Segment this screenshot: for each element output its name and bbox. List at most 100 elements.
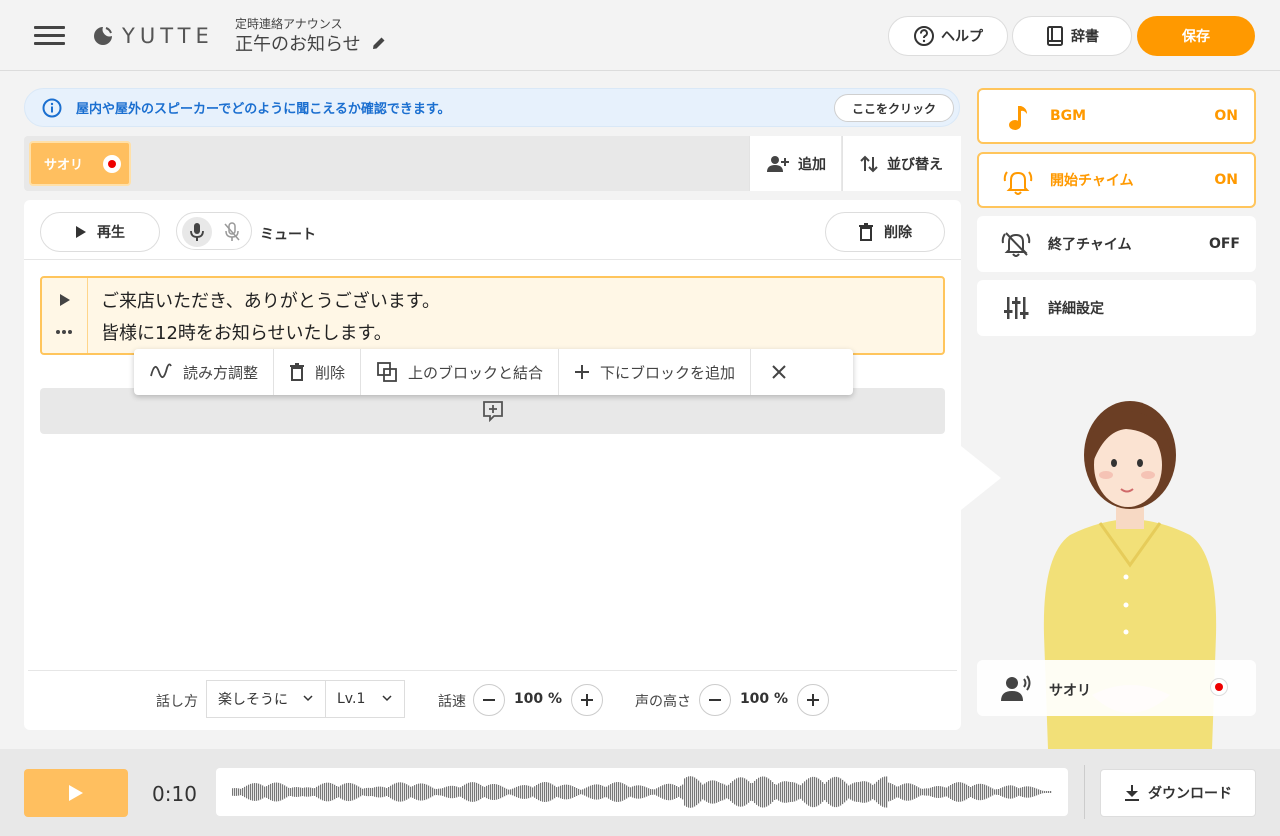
sort-label: 並び替え	[887, 156, 943, 173]
waveform-sample	[602, 785, 604, 799]
style-select[interactable]: 楽しそうに	[206, 680, 326, 718]
waveform-sample	[630, 787, 632, 797]
waveform-sample	[876, 781, 878, 803]
waveform-sample	[298, 787, 300, 797]
waveform-sample	[386, 788, 388, 796]
waveform-sample	[804, 781, 806, 803]
waveform-sample	[600, 785, 602, 799]
waveform-sample	[904, 783, 906, 801]
pitch-increase-button[interactable]	[797, 684, 829, 716]
waveform-sample	[284, 785, 286, 799]
waveform-sample	[874, 783, 876, 801]
waveform-sample	[758, 777, 760, 807]
waveform-sample	[766, 777, 768, 807]
waveform-sample	[390, 785, 392, 799]
block-play-icon[interactable]	[59, 293, 71, 307]
sort-button[interactable]: 並び替え	[842, 136, 961, 191]
waveform-sample	[558, 786, 560, 798]
end-chime-label: 終了チャイム	[1048, 237, 1132, 253]
active-speaker-card[interactable]: サオリ	[977, 660, 1256, 716]
waveform-sample	[432, 787, 434, 797]
bgm-toggle[interactable]: BGM ON	[977, 88, 1256, 144]
download-button[interactable]: ダウンロード	[1100, 769, 1256, 817]
waveform-sample	[1046, 791, 1048, 793]
waveform-sample	[818, 778, 820, 806]
waveform-sample	[812, 776, 814, 808]
mute-toggle[interactable]	[176, 212, 252, 250]
help-button[interactable]: ヘルプ	[888, 16, 1008, 56]
waveform-sample	[688, 776, 690, 808]
speed-increase-button[interactable]	[571, 684, 603, 716]
waveform-sample	[996, 789, 998, 795]
waveform-sample	[344, 783, 346, 801]
waveform-sample	[442, 788, 444, 796]
end-chime-toggle[interactable]: 終了チャイム OFF	[977, 216, 1256, 272]
waveform-sample	[478, 783, 480, 801]
speed-decrease-button[interactable]	[473, 684, 505, 716]
play-icon	[69, 785, 83, 801]
speaker-chip-saori[interactable]: サオリ	[29, 141, 131, 186]
mic-on-icon[interactable]	[182, 217, 212, 247]
save-button[interactable]: 保存	[1137, 16, 1255, 56]
menu-icon[interactable]	[34, 26, 66, 46]
waveform-sample	[680, 785, 682, 799]
adjust-reading-button[interactable]: 読み方調整	[134, 349, 275, 395]
waveform-sample	[510, 789, 512, 795]
playback-time: 0:10	[152, 782, 197, 806]
block-text[interactable]: ご来店いただき、ありがとうございます。 皆様に12時をお知らせいたします。	[101, 286, 440, 350]
waveform-sample	[486, 785, 488, 799]
waveform-sample	[1006, 785, 1008, 799]
waveform-sample	[820, 780, 822, 804]
waveform-sample	[662, 785, 664, 799]
pitch-decrease-button[interactable]	[699, 684, 731, 716]
waveform-sample	[490, 784, 492, 800]
play-button[interactable]: 再生	[40, 212, 160, 252]
waveform-sample	[856, 782, 858, 802]
text-block[interactable]: ご来店いただき、ありがとうございます。 皆様に12時をお知らせいたします。	[40, 276, 945, 355]
waveform-sample	[294, 787, 296, 797]
waveform-sample	[242, 787, 244, 797]
waveform-sample	[1004, 786, 1006, 798]
waveform-sample	[538, 783, 540, 801]
waveform-sample	[742, 777, 744, 807]
waveform-scrubber[interactable]	[216, 768, 1068, 816]
waveform-sample	[930, 787, 932, 797]
delete-block-button[interactable]: 削除	[274, 349, 362, 395]
add-speaker-button[interactable]: 追加	[749, 136, 841, 191]
start-chime-toggle[interactable]: 開始チャイム ON	[977, 152, 1256, 208]
mic-off-icon[interactable]	[217, 217, 247, 247]
waveform-sample	[498, 784, 500, 800]
waveform-sample	[942, 786, 944, 798]
waveform-sample	[256, 783, 258, 801]
waveform-sample	[938, 786, 940, 798]
delete-all-label: 削除	[884, 225, 912, 241]
preview-play-button[interactable]	[24, 769, 128, 817]
waveform-sample	[862, 781, 864, 803]
japan-flag-icon	[103, 154, 122, 173]
level-select[interactable]: Lv.1	[325, 680, 405, 718]
add-block-below-button[interactable]: 下にブロックを追加	[559, 349, 752, 395]
waveform-sample	[980, 783, 982, 801]
close-menu-button[interactable]	[751, 349, 807, 395]
waveform-sample	[842, 779, 844, 805]
delete-block-label: 削除	[315, 363, 346, 382]
waveform-sample	[366, 787, 368, 797]
sliders-icon	[1001, 293, 1031, 323]
waveform-sample	[988, 786, 990, 798]
pencil-icon[interactable]	[371, 35, 387, 51]
waveform-sample	[322, 783, 324, 801]
dictionary-button[interactable]: 辞書	[1012, 16, 1132, 56]
play-label: 再生	[97, 225, 125, 241]
waveform-sample	[550, 783, 552, 801]
delete-all-button[interactable]: 削除	[825, 212, 945, 252]
waveform-sample	[384, 787, 386, 797]
advanced-settings-button[interactable]: 詳細設定	[977, 280, 1256, 336]
waveform-sample	[234, 788, 236, 796]
waveform-sample	[950, 785, 952, 799]
more-dots-icon[interactable]	[55, 329, 73, 335]
waveform-sample	[894, 785, 896, 799]
click-here-button[interactable]: ここをクリック	[834, 94, 954, 122]
waveform-sample	[726, 785, 728, 799]
merge-above-button[interactable]: 上のブロックと結合	[361, 349, 560, 395]
waveform-sample	[954, 783, 956, 801]
